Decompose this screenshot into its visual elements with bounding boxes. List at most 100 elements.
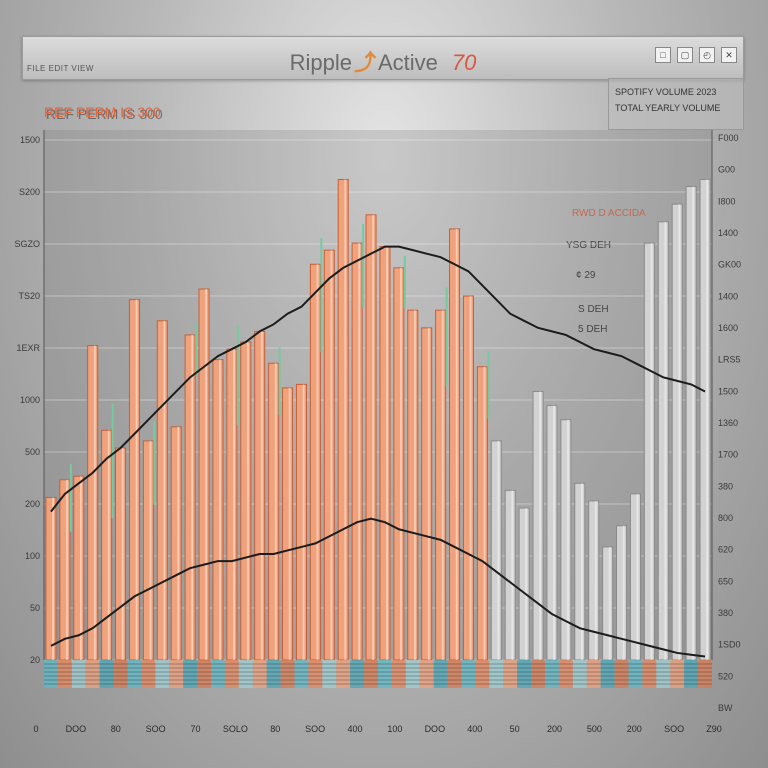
bar — [504, 489, 516, 661]
y-tick-right: LRS5 — [718, 355, 741, 365]
y-tick-left: 100 — [25, 551, 40, 561]
bar — [198, 288, 210, 661]
bar-highlight — [260, 331, 263, 660]
y-tick-right: 520 — [718, 671, 733, 681]
bar-highlight — [233, 349, 235, 660]
y-tick-right: 1360 — [718, 418, 738, 428]
x-tick: 100 — [387, 724, 402, 734]
bar — [156, 320, 168, 661]
bar-highlight — [678, 204, 681, 660]
bar-highlight — [455, 228, 458, 660]
bar — [170, 426, 182, 661]
bar-highlight — [400, 267, 402, 660]
bar — [59, 479, 71, 661]
bar — [379, 246, 391, 661]
y-tick-left: 50 — [30, 603, 40, 613]
x-tick: SOO — [146, 724, 166, 734]
bar-highlight — [274, 363, 277, 660]
bar-highlight — [205, 289, 208, 660]
y-tick-right: 800 — [718, 513, 733, 523]
x-tick: 80 — [270, 724, 280, 734]
bar-highlight — [664, 221, 667, 660]
bar — [546, 405, 558, 661]
y-tick-left: SGZO — [14, 239, 40, 249]
y-tick-right: 650 — [718, 576, 733, 586]
y-tick-right: I800 — [718, 196, 736, 206]
bar — [532, 390, 544, 661]
bar — [184, 334, 196, 661]
bar-highlight — [149, 440, 152, 660]
y-tick-right: 380 — [718, 608, 733, 618]
bar-highlight — [163, 320, 166, 660]
bar-highlight — [553, 405, 555, 660]
bar-highlight — [344, 179, 347, 660]
bar — [240, 341, 252, 661]
bar — [574, 482, 586, 661]
bar-highlight — [511, 490, 514, 660]
bar-highlight — [372, 214, 375, 661]
bar-highlight — [539, 391, 542, 660]
bar-highlight — [650, 243, 653, 661]
bar — [435, 309, 447, 661]
bar-highlight — [386, 246, 388, 660]
bar-highlight — [52, 497, 54, 660]
x-tick: 400 — [467, 724, 482, 734]
bar-highlight — [483, 366, 486, 660]
y-tick-left: S200 — [19, 187, 40, 197]
bar — [490, 440, 502, 661]
bar-highlight — [636, 493, 639, 660]
y-tick-right: 1400 — [718, 291, 738, 301]
bar — [629, 493, 641, 661]
bar-highlight — [427, 327, 430, 660]
bar — [518, 507, 530, 661]
x-tick: 500 — [587, 724, 602, 734]
bar-highlight — [469, 296, 472, 660]
bar-highlight — [608, 546, 611, 660]
bar — [685, 186, 697, 661]
y-tick-right: F000 — [718, 133, 739, 143]
y-tick-left: 1EXR — [16, 343, 40, 353]
bar-highlight — [191, 334, 194, 660]
bar — [87, 345, 99, 661]
x-tick: 400 — [348, 724, 363, 734]
bar-highlight — [580, 483, 583, 660]
bar — [476, 366, 488, 661]
y-tick-left: 20 — [30, 655, 40, 665]
y-tick-right: 1400 — [718, 228, 738, 238]
x-tick: SOLO — [223, 724, 248, 734]
x-tick: 0 — [33, 724, 38, 734]
bar — [142, 440, 154, 661]
x-tick: 80 — [111, 724, 121, 734]
bar — [212, 359, 224, 661]
bar — [407, 309, 419, 661]
x-tick: DOO — [66, 724, 87, 734]
y-tick-right: GK00 — [718, 260, 741, 270]
bar-highlight — [107, 430, 110, 660]
bar-highlight — [177, 426, 180, 660]
bar-highlight — [316, 264, 319, 660]
bar-highlight — [594, 501, 597, 660]
bar — [462, 295, 474, 661]
bar-highlight — [525, 508, 528, 660]
bar-highlight — [413, 310, 416, 660]
y-tick-left: 1500 — [20, 135, 40, 145]
bar — [101, 429, 113, 661]
bar — [323, 249, 335, 661]
bar-highlight — [706, 179, 709, 660]
y-tick-right: G00 — [718, 165, 735, 175]
bar-highlight — [358, 243, 361, 661]
bar — [268, 362, 280, 661]
bar — [671, 203, 683, 661]
bar — [115, 447, 127, 661]
bar — [588, 500, 600, 661]
bar-highlight — [441, 310, 444, 660]
bar — [365, 214, 377, 661]
y-tick-right: BW — [718, 703, 733, 713]
bar — [657, 221, 669, 661]
bar-highlight — [497, 440, 500, 660]
bar — [45, 496, 57, 661]
bar-highlight — [93, 345, 96, 660]
y-tick-right: 1SD0 — [718, 640, 741, 650]
bar-highlight — [121, 448, 124, 660]
bar — [393, 267, 405, 661]
